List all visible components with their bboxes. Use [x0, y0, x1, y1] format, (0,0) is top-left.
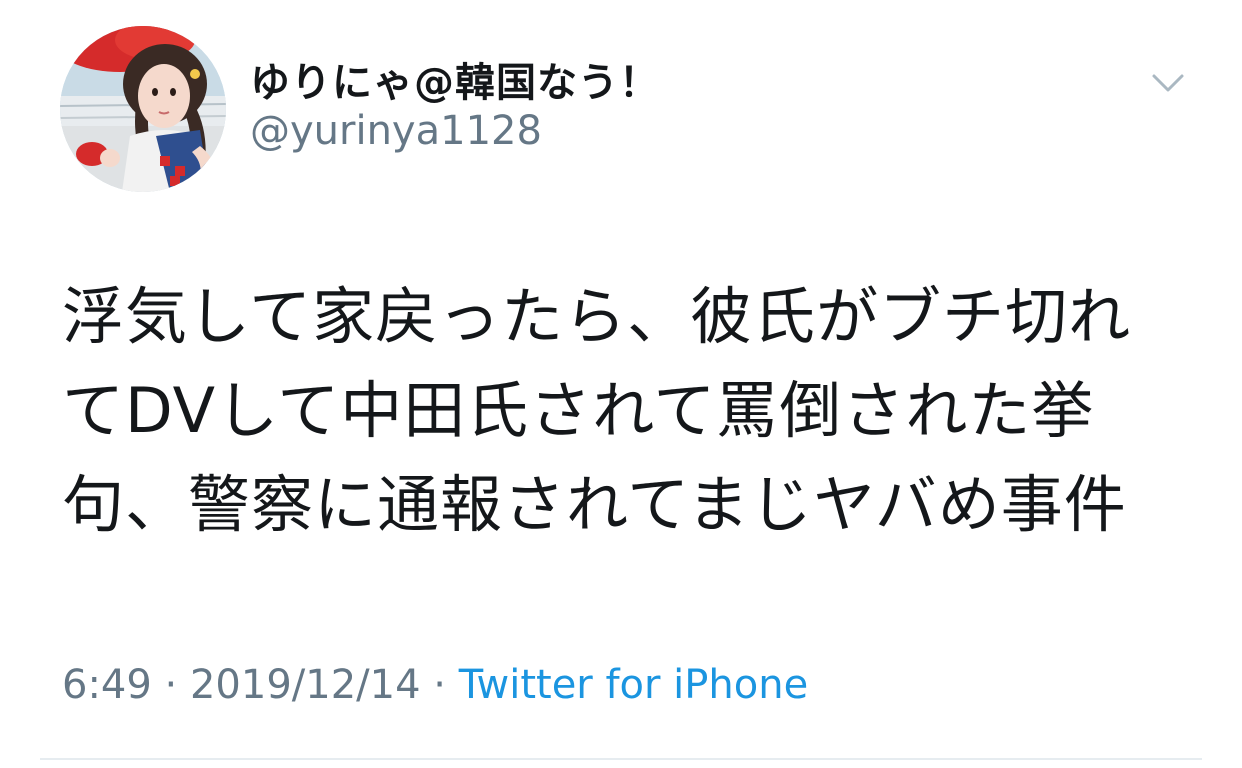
separator-dot: · — [164, 662, 178, 708]
divider — [40, 758, 1202, 760]
separator-dot: · — [433, 662, 446, 708]
tweet-date[interactable]: 2019/12/14 — [190, 662, 421, 708]
tweet-time[interactable]: 6:49 — [62, 662, 152, 708]
tweet-text-line: 句、警察に通報されてまじヤバめ事件 — [62, 468, 1127, 541]
tweet-card: ゆりにゃ@韓国なう！ @yurinya1128 浮気して家戻ったら、彼氏がブチ切… — [0, 0, 1242, 768]
tweet-source-link[interactable]: Twitter for iPhone — [459, 662, 809, 708]
user-handle[interactable]: @yurinya1128 — [250, 108, 542, 154]
tweet-text-line: てDVして中田氏されて罵倒された挙 — [62, 374, 1095, 447]
chevron-down-icon[interactable] — [1148, 64, 1188, 104]
tweet-metadata: 6:49 · 2019/12/14 · Twitter for iPhone — [62, 662, 808, 708]
avatar[interactable] — [60, 26, 226, 192]
profile-photo-image — [60, 26, 226, 192]
display-name[interactable]: ゆりにゃ@韓国なう！ — [250, 50, 660, 108]
tweet-text: 浮気して家戻ったら、彼氏がブチ切れ てDVして中田氏されて罵倒された挙 句、警察… — [62, 270, 1182, 552]
tweet-text-line: 浮気して家戻ったら、彼氏がブチ切れ — [62, 280, 1132, 353]
